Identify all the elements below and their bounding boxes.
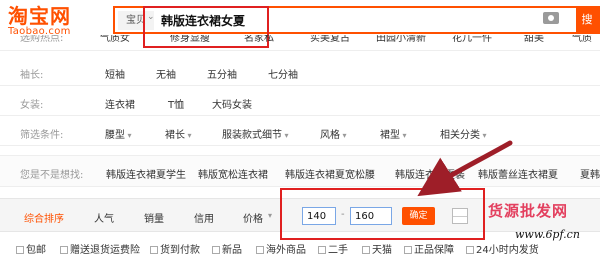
filter-label: 天猫 <box>372 245 392 256</box>
sort-price[interactable]: 价格 <box>243 210 263 225</box>
hot-pick-option[interactable]: 甜美 <box>524 35 544 44</box>
service-filters: 包邮 赠送退货运费险 货到付款 新品 海外商品 二手 天猫 正品保障 24小时内… <box>0 236 600 257</box>
related-search-link[interactable]: 韩版连衣裙夏装 <box>395 166 465 181</box>
checkbox-icon <box>362 246 370 254</box>
camera-icon[interactable] <box>543 12 559 24</box>
filter-checkbox[interactable]: 赠送退货运费险 <box>60 241 140 256</box>
category-option[interactable]: 连衣裙 <box>105 96 135 111</box>
related-label: 您是不是想找: <box>20 170 84 181</box>
checkbox-icon <box>466 246 474 254</box>
filter-label: 货到付款 <box>160 245 200 256</box>
filter-conditions-row: 筛选条件: 腰型 裙长 服装款式细节 风格 裙型 相关分类 <box>0 118 600 146</box>
hot-pick-option[interactable]: 实美复古 <box>310 35 350 44</box>
sleeve-option[interactable]: 七分袖 <box>268 66 298 81</box>
filter-label: 海外商品 <box>266 245 306 256</box>
checkbox-icon <box>318 246 326 254</box>
logo-text: 淘宝网 <box>8 4 71 28</box>
related-search-link[interactable]: 韩版连衣裙夏宽松腰 <box>285 166 375 181</box>
filter-checkbox[interactable]: 新品 <box>212 241 242 256</box>
row-label: 女装: <box>20 100 44 111</box>
category-row: 女装: 连衣裙 T恤 大码女装 <box>0 88 600 116</box>
hot-pick-option[interactable]: 气质 <box>572 35 592 44</box>
filter-label: 正品保障 <box>414 245 454 256</box>
row-label: 选购热点: <box>20 35 64 44</box>
filter-checkbox[interactable]: 二手 <box>318 241 348 256</box>
sort-sales[interactable]: 销量 <box>144 210 164 225</box>
filter-checkbox[interactable]: 24小时内发货 <box>466 241 539 256</box>
filter-checkbox[interactable]: 天猫 <box>362 241 392 256</box>
category-option[interactable]: 大码女装 <box>212 96 252 111</box>
style-detail-dropdown[interactable]: 服装款式细节 <box>222 126 289 141</box>
hot-pick-option[interactable]: 田园小清新 <box>376 35 426 44</box>
sleeve-length-row: 袖长: 短袖 无袖 五分袖 七分袖 <box>0 58 600 86</box>
hot-pick-option[interactable]: 名家私 <box>244 35 274 44</box>
filter-label: 包邮 <box>26 245 46 256</box>
skirt-type-dropdown[interactable]: 裙型 <box>380 126 407 141</box>
skirt-length-dropdown[interactable]: 裙长 <box>165 126 192 141</box>
filter-checkbox[interactable]: 货到付款 <box>150 241 200 256</box>
sort-popularity[interactable]: 人气 <box>94 210 114 225</box>
sort-credit[interactable]: 信用 <box>194 210 214 225</box>
hot-pick-option[interactable]: 修身显瘦 <box>170 35 210 44</box>
chevron-down-icon: ▾ <box>268 211 273 220</box>
related-search-link[interactable]: 韩版蕾丝连衣裙夏 <box>478 166 558 181</box>
hot-pick-option[interactable]: 花几一件 <box>452 35 492 44</box>
filter-label: 24小时内发货 <box>476 245 539 256</box>
filter-checkbox[interactable]: 正品保障 <box>404 241 454 256</box>
sort-default[interactable]: 综合排序 <box>24 210 64 225</box>
watermark-site-name: 货源批发网 <box>488 202 569 220</box>
search-button[interactable]: 搜 <box>576 6 598 34</box>
hot-picks-row: 选购热点: 气质女 修身显瘦 名家私 实美复古 田园小清新 花几一件 甜美 气质 <box>0 35 600 51</box>
related-category-dropdown[interactable]: 相关分类 <box>440 126 487 141</box>
filter-label: 二手 <box>328 245 348 256</box>
filter-checkbox[interactable]: 包邮 <box>16 241 46 256</box>
checkbox-icon <box>150 246 158 254</box>
related-search-link[interactable]: 韩版连衣裙夏学生 <box>106 166 186 181</box>
filter-label: 赠送退货运费险 <box>70 245 140 256</box>
related-search-link[interactable]: 韩版宽松连衣裙 <box>198 166 268 181</box>
row-label: 筛选条件: <box>20 130 64 141</box>
hot-pick-option[interactable]: 气质女 <box>100 35 130 44</box>
related-search-link[interactable]: 夏韩 <box>580 166 600 181</box>
waist-dropdown[interactable]: 腰型 <box>105 126 132 141</box>
filter-checkbox[interactable]: 海外商品 <box>256 241 306 256</box>
checkbox-icon <box>256 246 264 254</box>
row-label: 袖长: <box>20 70 44 81</box>
filter-label: 新品 <box>222 245 242 256</box>
taobao-logo[interactable]: 淘宝网 Taobao.com <box>8 5 90 37</box>
price-range-highlight <box>280 188 485 240</box>
watermark-url: www.6pf.cn <box>515 228 580 241</box>
style-dropdown[interactable]: 风格 <box>320 126 347 141</box>
related-searches: 您是不是想找: 韩版连衣裙夏学生 韩版宽松连衣裙 韩版连衣裙夏宽松腰 韩版连衣裙… <box>0 155 600 187</box>
sleeve-option[interactable]: 五分袖 <box>207 66 237 81</box>
sleeve-option[interactable]: 无袖 <box>156 66 176 81</box>
checkbox-icon <box>60 246 68 254</box>
category-option[interactable]: T恤 <box>168 96 184 111</box>
checkbox-icon <box>16 246 24 254</box>
checkbox-icon <box>404 246 412 254</box>
checkbox-icon <box>212 246 220 254</box>
sleeve-option[interactable]: 短袖 <box>105 66 125 81</box>
